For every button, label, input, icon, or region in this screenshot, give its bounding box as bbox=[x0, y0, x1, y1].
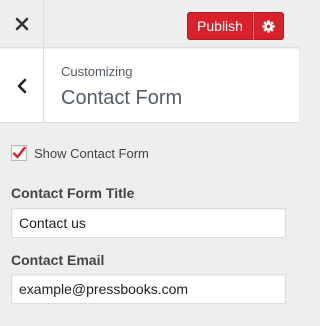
publish-settings-button[interactable] bbox=[253, 12, 284, 40]
gear-icon bbox=[262, 19, 275, 33]
publish-button[interactable]: Publish bbox=[187, 12, 253, 40]
show-contact-form-checkbox[interactable] bbox=[11, 145, 27, 161]
page-title: Contact Form bbox=[61, 87, 183, 109]
show-contact-form-label[interactable]: Show Contact Form bbox=[34, 146, 149, 161]
show-contact-form-control: Show Contact Form bbox=[11, 145, 149, 161]
breadcrumb: Customizing bbox=[61, 64, 133, 79]
section-header: Customizing Contact Form bbox=[0, 49, 299, 123]
close-x-icon bbox=[15, 17, 28, 31]
checkmark-icon bbox=[12, 146, 26, 159]
contact-email-input[interactable] bbox=[11, 274, 286, 304]
publish-button-group: Publish bbox=[187, 12, 285, 40]
close-customizer-button[interactable] bbox=[0, 0, 44, 48]
contact-form-title-input[interactable] bbox=[11, 208, 286, 238]
chevron-left-icon bbox=[17, 78, 26, 94]
customizer-top-bar: Publish bbox=[0, 0, 299, 48]
back-button[interactable] bbox=[0, 49, 44, 123]
contact-email-label: Contact Email bbox=[11, 252, 105, 268]
contact-form-title-label: Contact Form Title bbox=[11, 185, 135, 201]
